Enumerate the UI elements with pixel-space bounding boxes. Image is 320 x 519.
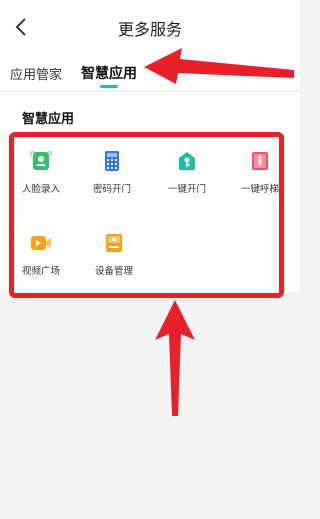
- tab-smart-apps[interactable]: 智慧应用: [81, 56, 137, 90]
- active-tab-indicator: [100, 85, 119, 88]
- tab-app-manager[interactable]: 应用管家: [10, 56, 62, 90]
- back-button[interactable]: [6, 12, 36, 42]
- annotation-arrow-tab: [144, 48, 294, 84]
- tab-label: 应用管家: [10, 67, 63, 83]
- section-title: 智慧应用: [22, 112, 75, 127]
- tab-label: 智慧应用: [81, 66, 138, 82]
- chevron-left-icon: [15, 18, 26, 36]
- page-title: 更多服务: [117, 20, 182, 39]
- annotation-highlight-box: [9, 132, 284, 298]
- annotation-arrow-grid: [155, 300, 195, 416]
